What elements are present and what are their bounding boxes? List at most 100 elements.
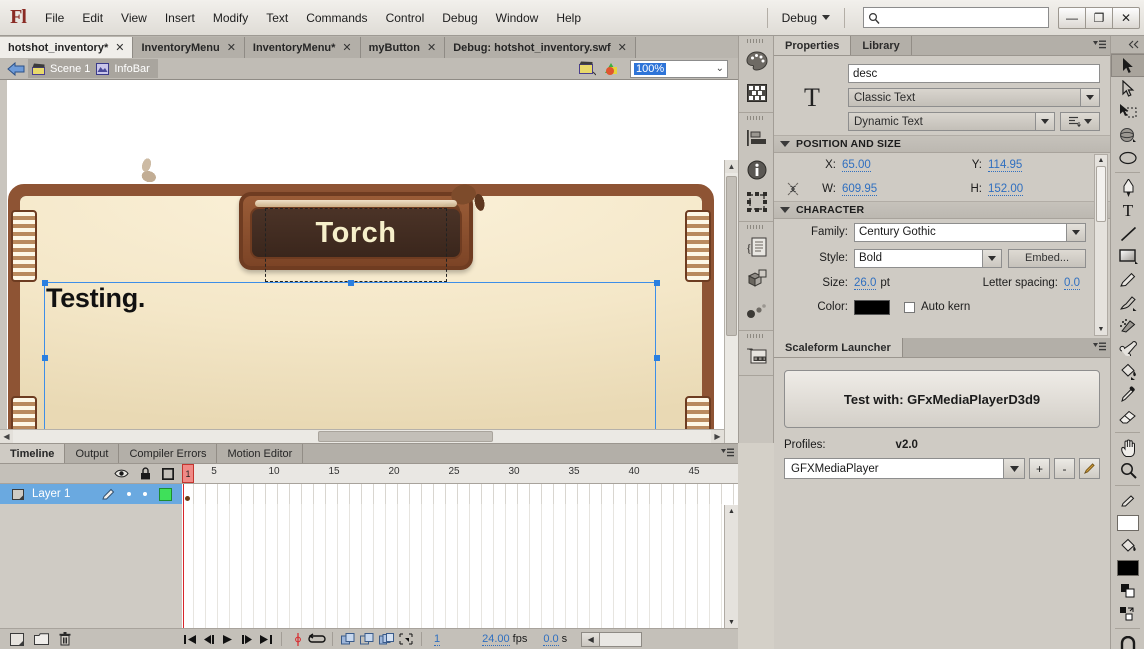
free-transform-tool[interactable] [1111, 146, 1144, 169]
close-icon[interactable]: ✕ [227, 41, 236, 54]
text-type-select[interactable]: Dynamic Text [848, 112, 1055, 131]
title-sign-graphic[interactable]: Torch [239, 172, 491, 270]
outline-icon[interactable] [162, 467, 174, 480]
stage-canvas[interactable]: Torch Testing. Test Test [0, 80, 738, 443]
font-style-select[interactable]: Bold [854, 248, 1002, 268]
scaleform-test-button[interactable]: Test with: GFxMediaPlayerD3d9 [784, 370, 1100, 428]
color-panel-icon[interactable] [739, 45, 775, 77]
panel-options-menu-icon[interactable] [718, 444, 738, 463]
drag-grip-icon[interactable] [739, 222, 773, 231]
edit-multiple-frames-icon[interactable] [377, 631, 396, 648]
doc-tab-inventorymenu-modified[interactable]: InventoryMenu* ✕ [244, 37, 361, 58]
back-arrow-icon[interactable] [4, 60, 28, 78]
add-profile-button[interactable]: + [1029, 458, 1050, 479]
timeline-vertical-scrollbar[interactable]: ▲ ▼ [724, 505, 738, 628]
brush-tool[interactable] [1111, 291, 1144, 314]
loop-playback-icon[interactable] [307, 631, 326, 648]
doc-tab-inventorymenu[interactable]: InventoryMenu ✕ [133, 37, 245, 58]
onion-skin-icon[interactable] [339, 631, 358, 648]
embed-button[interactable]: Embed... [1008, 248, 1086, 268]
menu-control[interactable]: Control [377, 8, 434, 28]
doc-tab-mybutton[interactable]: myButton ✕ [360, 37, 446, 58]
menu-text[interactable]: Text [257, 8, 297, 28]
close-icon[interactable]: ✕ [427, 41, 436, 54]
tab-compiler-errors[interactable]: Compiler Errors [119, 444, 218, 463]
menu-help[interactable]: Help [547, 8, 590, 28]
eyedropper-tool[interactable] [1111, 383, 1144, 406]
scroll-up-icon[interactable]: ▲ [725, 505, 738, 517]
text-tool[interactable]: T [1111, 199, 1144, 222]
x-value[interactable]: 65.00 [842, 159, 871, 172]
lasso-tool[interactable] [1111, 100, 1144, 123]
doc-tab-hotshot-inventory[interactable]: hotshot_inventory* ✕ [0, 37, 134, 58]
paint-bucket-tool[interactable] [1111, 360, 1144, 383]
chevron-down-icon[interactable] [982, 249, 1001, 267]
fps-value[interactable]: 24.00 [482, 633, 510, 646]
drag-grip-icon[interactable] [739, 331, 773, 340]
snap-to-objects-icon[interactable] [1111, 632, 1144, 649]
text-color-swatch[interactable] [854, 299, 890, 315]
onion-skin-outlines-icon[interactable] [358, 631, 377, 648]
elapsed-time-value[interactable]: 0.0 [543, 633, 559, 646]
paragraph-direction-button[interactable] [1060, 112, 1100, 131]
lock-aspect-ratio-icon[interactable] [780, 181, 806, 197]
trash-icon[interactable] [56, 631, 74, 647]
profile-select[interactable]: GFXMediaPlayer [784, 458, 1025, 479]
menu-window[interactable]: Window [487, 8, 548, 28]
rectangle-tool[interactable] [1111, 245, 1144, 268]
menu-modify[interactable]: Modify [204, 8, 257, 28]
deco-tool[interactable] [1111, 314, 1144, 337]
scroll-up-icon[interactable]: ▲ [1095, 155, 1107, 166]
stage-vertical-scrollbar[interactable]: ▲ ▼ [724, 160, 738, 443]
h-value[interactable]: 152.00 [988, 183, 1024, 196]
search-input[interactable] [880, 11, 1044, 24]
stage-horizontal-scrollbar[interactable]: ◀ ▶ [0, 429, 724, 443]
maximize-button[interactable]: ❐ [1085, 6, 1113, 29]
goto-last-frame-button[interactable] [256, 631, 275, 648]
w-value[interactable]: 609.95 [842, 183, 878, 196]
layer-name[interactable]: Layer 1 [24, 488, 70, 500]
components-panel-icon[interactable] [739, 263, 775, 295]
layer-lock-dot[interactable] [143, 492, 147, 496]
panel-options-menu-icon[interactable] [1090, 36, 1110, 55]
letter-spacing-value[interactable]: 0.0 [1064, 277, 1080, 290]
search-box[interactable] [863, 7, 1049, 28]
chevron-down-icon[interactable] [1066, 223, 1085, 241]
menu-debug[interactable]: Debug [433, 8, 486, 28]
frame-row-layer-1[interactable] [182, 484, 738, 504]
zoom-tool[interactable] [1111, 459, 1144, 482]
step-back-button[interactable] [199, 631, 218, 648]
info-panel-icon[interactable] [739, 154, 775, 186]
actions-panel-icon[interactable]: { [739, 231, 775, 263]
breadcrumb-scene-1[interactable]: Scene 1 [32, 63, 90, 75]
timeline-scroll-track[interactable] [600, 631, 643, 647]
stage-h-scroll-thumb[interactable] [318, 431, 493, 442]
section-position-and-size[interactable]: POSITION AND SIZE [774, 135, 1110, 153]
frames-grid[interactable] [182, 484, 738, 630]
edit-profile-button[interactable] [1079, 458, 1100, 479]
modify-markers-icon[interactable] [396, 631, 415, 648]
selection-tool[interactable] [1111, 54, 1144, 77]
swap-colors-icon[interactable] [1111, 602, 1144, 625]
edit-scene-icon[interactable] [579, 61, 596, 76]
menu-commands[interactable]: Commands [297, 8, 376, 28]
tab-library[interactable]: Library [851, 36, 912, 55]
chevron-down-icon[interactable] [1035, 113, 1054, 130]
black-and-white-icon[interactable] [1111, 579, 1144, 602]
eraser-tool[interactable] [1111, 406, 1144, 429]
disclosure-triangle-icon[interactable] [780, 141, 790, 147]
auto-kern-checkbox[interactable] [904, 301, 915, 313]
description-text-field[interactable]: Testing. [46, 283, 145, 314]
menu-edit[interactable]: Edit [73, 8, 112, 28]
tab-scaleform-launcher[interactable]: Scaleform Launcher [774, 338, 903, 357]
tools-collapse-button[interactable] [1111, 36, 1144, 54]
edit-symbols-icon[interactable] [604, 61, 622, 76]
chevron-down-icon[interactable] [1080, 89, 1099, 106]
menu-view[interactable]: View [112, 8, 156, 28]
project-panel-icon[interactable] [739, 340, 775, 372]
layer-outline-color-swatch[interactable] [159, 487, 172, 501]
workspace-switcher[interactable]: Debug [776, 11, 836, 25]
properties-scroll-thumb[interactable] [1096, 166, 1106, 222]
remove-profile-button[interactable]: - [1054, 458, 1075, 479]
subselection-tool[interactable] [1111, 77, 1144, 100]
